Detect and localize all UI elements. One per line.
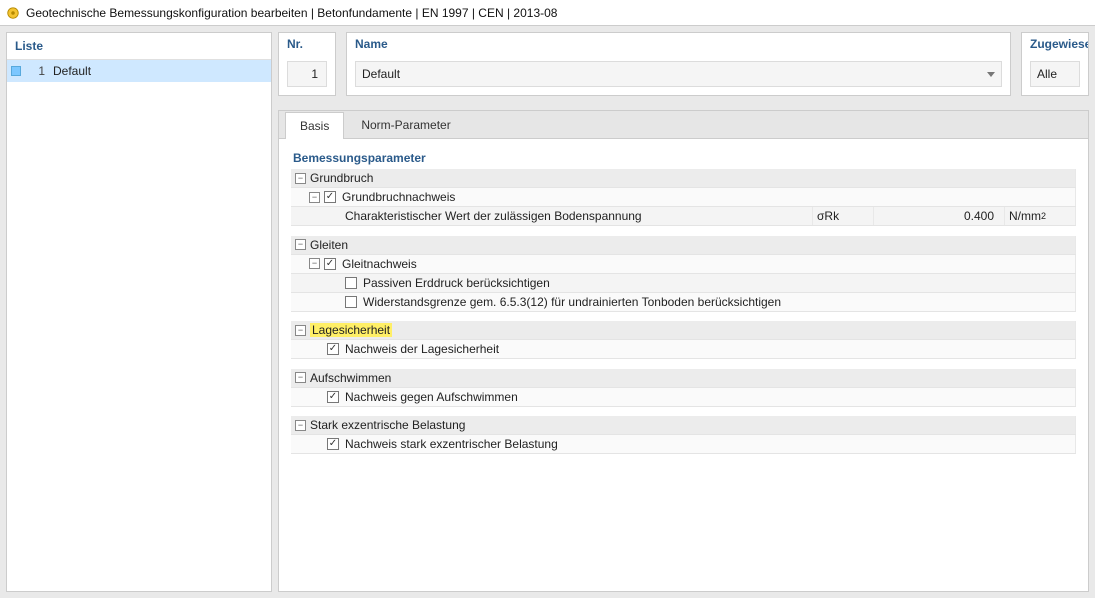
group-gleiten: −Gleiten [291, 236, 1076, 255]
name-select[interactable]: Default [355, 61, 1002, 87]
group-grundbruch: −Grundbruch [291, 169, 1076, 188]
parameter-grid: −Grundbruch −Grundbruchnachweis Charakte… [291, 169, 1076, 454]
section-title: Bemessungsparameter [293, 151, 1076, 165]
collapse-icon[interactable]: − [295, 325, 306, 336]
titlebar: Geotechnische Bemessungskonfiguration be… [0, 0, 1095, 26]
assigned-label: Zugewiesen a [1022, 33, 1088, 55]
value-cell[interactable]: 0.400 [874, 207, 1004, 225]
window-title: Geotechnische Bemessungskonfiguration be… [26, 6, 557, 20]
checkbox-exzentrisch[interactable] [327, 438, 339, 450]
tab-strip: Basis Norm-Parameter [279, 111, 1088, 139]
row-nachweis-lagesicherheit: Nachweis der Lagesicherheit [291, 340, 1076, 359]
checkbox-widerstandsgrenze[interactable] [345, 296, 357, 308]
checkbox-passiver-erddruck[interactable] [345, 277, 357, 289]
group-exzentrisch: −Stark exzentrische Belastung [291, 416, 1076, 435]
chevron-down-icon [987, 72, 995, 77]
assigned-value[interactable]: Alle [1030, 61, 1080, 87]
name-field: Name Default [346, 32, 1011, 96]
unit-cell: N/mm2 [1005, 207, 1075, 225]
nr-value[interactable]: 1 [287, 61, 327, 87]
row-bodenspannung: Charakteristischer Wert der zulässigen B… [291, 207, 1076, 226]
checkbox-lagesicherheit[interactable] [327, 343, 339, 355]
tab-body-basis: Bemessungsparameter −Grundbruch −Grundbr… [279, 139, 1088, 466]
nr-label: Nr. [279, 33, 335, 55]
collapse-icon[interactable]: − [295, 420, 306, 431]
row-nachweis-aufschwimmen: Nachweis gegen Aufschwimmen [291, 387, 1076, 406]
tab-basis[interactable]: Basis [285, 112, 344, 139]
tabs-container: Basis Norm-Parameter Bemessungsparameter… [278, 110, 1089, 592]
list-item[interactable]: 1 Default [7, 60, 271, 82]
row-widerstandsgrenze: Widerstandsgrenze gem. 6.5.3(12) für und… [291, 292, 1076, 311]
assigned-field: Zugewiesen a Alle [1021, 32, 1089, 96]
checkbox-aufschwimmen[interactable] [327, 391, 339, 403]
list-panel: Liste 1 Default [6, 32, 272, 592]
tab-norm-parameter[interactable]: Norm-Parameter [346, 111, 465, 138]
field-bar: Nr. 1 Name Default Zugewiesen a Alle [278, 32, 1089, 96]
row-nachweis-exzentrisch: Nachweis stark exzentrischer Belastung [291, 435, 1076, 454]
color-swatch-icon [11, 66, 21, 76]
symbol-cell: σRk [813, 207, 873, 225]
name-value: Default [362, 67, 400, 81]
collapse-icon[interactable]: − [309, 258, 320, 269]
workspace: Liste 1 Default Nr. 1 Name Default [0, 26, 1095, 598]
app-icon [6, 6, 20, 20]
collapse-icon[interactable]: − [295, 173, 306, 184]
name-label: Name [347, 33, 1010, 55]
list-item-number: 1 [27, 64, 45, 78]
list-item-label: Default [53, 64, 91, 78]
nr-field: Nr. 1 [278, 32, 336, 96]
row-gleitnachweis: −Gleitnachweis [291, 254, 1076, 273]
center-panel: Nr. 1 Name Default Zugewiesen a Alle Bas… [278, 32, 1089, 592]
row-passiver-erddruck: Passiven Erddruck berücksichtigen [291, 273, 1076, 292]
checkbox-grundbruchnachweis[interactable] [324, 191, 336, 203]
row-grundbruchnachweis: −Grundbruchnachweis [291, 188, 1076, 207]
list-header: Liste [7, 33, 271, 60]
collapse-icon[interactable]: − [295, 239, 306, 250]
collapse-icon[interactable]: − [295, 372, 306, 383]
checkbox-gleitnachweis[interactable] [324, 258, 336, 270]
collapse-icon[interactable]: − [309, 192, 320, 203]
group-aufschwimmen: −Aufschwimmen [291, 369, 1076, 388]
group-lagesicherheit: −Lagesicherheit [291, 321, 1076, 340]
